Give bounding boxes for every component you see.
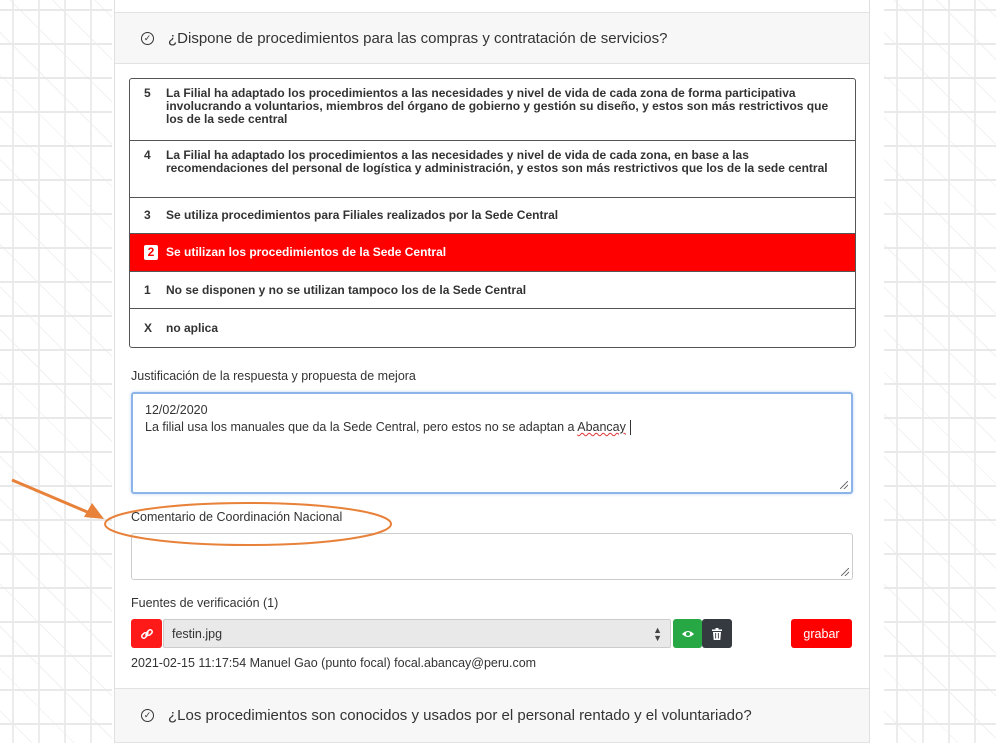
question-header[interactable]: ✓ ¿Los procedimientos son conocidos y us… [115, 688, 869, 743]
text-cursor [629, 420, 631, 436]
question-title: ¿Dispone de procedimientos para las comp… [168, 29, 668, 47]
background-pattern-right [884, 0, 996, 743]
option-label: No se disponen y no se utilizan tampoco … [166, 282, 527, 297]
view-button[interactable] [673, 619, 702, 648]
resize-handle[interactable] [840, 481, 848, 489]
justification-label: Justificación de la respuesta y propuest… [131, 369, 416, 383]
option-2-selected[interactable]: 2 Se utilizan los procedimientos de la S… [130, 234, 855, 272]
file-select-value: festin.jpg [172, 626, 223, 641]
option-5[interactable]: 5 La Filial ha adaptado los procedimient… [130, 79, 855, 141]
save-button[interactable]: grabar [791, 619, 852, 648]
justification-textarea[interactable]: 12/02/2020 La filial usa los manuales qu… [131, 392, 853, 494]
check-circle-icon: ✓ [141, 31, 154, 45]
link-button[interactable] [131, 619, 162, 648]
sources-label: Fuentes de verificación (1) [131, 596, 279, 610]
check-circle-icon: ✓ [141, 709, 154, 722]
option-label: no aplica [166, 320, 219, 335]
file-row: festin.jpg ▲ ▼ grabar [131, 619, 853, 648]
option-number: X [144, 320, 153, 335]
select-arrows-icon: ▲ ▼ [653, 624, 662, 643]
option-3[interactable]: 3 Se utiliza procedimientos para Filiale… [130, 198, 855, 234]
option-number: 3 [144, 208, 151, 222]
justification-text: La filial usa los manuales que da la Sed… [145, 419, 839, 436]
link-icon [140, 628, 153, 639]
misspelled-word: Abancay [577, 420, 626, 434]
option-label: La Filial ha adaptado los procedimientos… [166, 86, 829, 126]
option-4[interactable]: 4 La Filial ha adaptado los procedimient… [130, 141, 855, 198]
eye-icon [681, 630, 694, 637]
option-number: 2 [144, 245, 158, 260]
resize-handle[interactable] [841, 568, 849, 576]
option-x[interactable]: X no aplica [130, 309, 855, 347]
question-title: ¿Los procedimientos son conocidos y usad… [168, 707, 752, 724]
form-panel: ✓ ¿Dispone de procedimientos para las co… [114, 0, 870, 743]
option-1[interactable]: 1 No se disponen y no se utilizan tampoc… [130, 272, 855, 309]
option-number: 4 [144, 148, 151, 162]
trash-icon [712, 627, 722, 640]
upload-meta: 2021-02-15 11:17:54 Manuel Gao (punto fo… [131, 656, 537, 670]
option-number: 1 [144, 282, 151, 297]
justification-date: 12/02/2020 [145, 403, 208, 417]
option-label: Se utilizan los procedimientos de la Sed… [166, 245, 447, 259]
file-select[interactable]: festin.jpg ▲ ▼ [163, 619, 671, 648]
background-pattern-left [0, 0, 112, 743]
option-label: Se utiliza procedimientos para Filiales … [166, 208, 559, 222]
delete-button[interactable] [702, 619, 732, 648]
annotation-ellipse [104, 502, 392, 546]
option-label: La Filial ha adaptado los procedimientos… [166, 148, 828, 175]
answer-options: 5 La Filial ha adaptado los procedimient… [129, 78, 856, 348]
question-header[interactable]: ✓ ¿Dispone de procedimientos para las co… [115, 12, 869, 64]
option-number: 5 [144, 86, 151, 100]
